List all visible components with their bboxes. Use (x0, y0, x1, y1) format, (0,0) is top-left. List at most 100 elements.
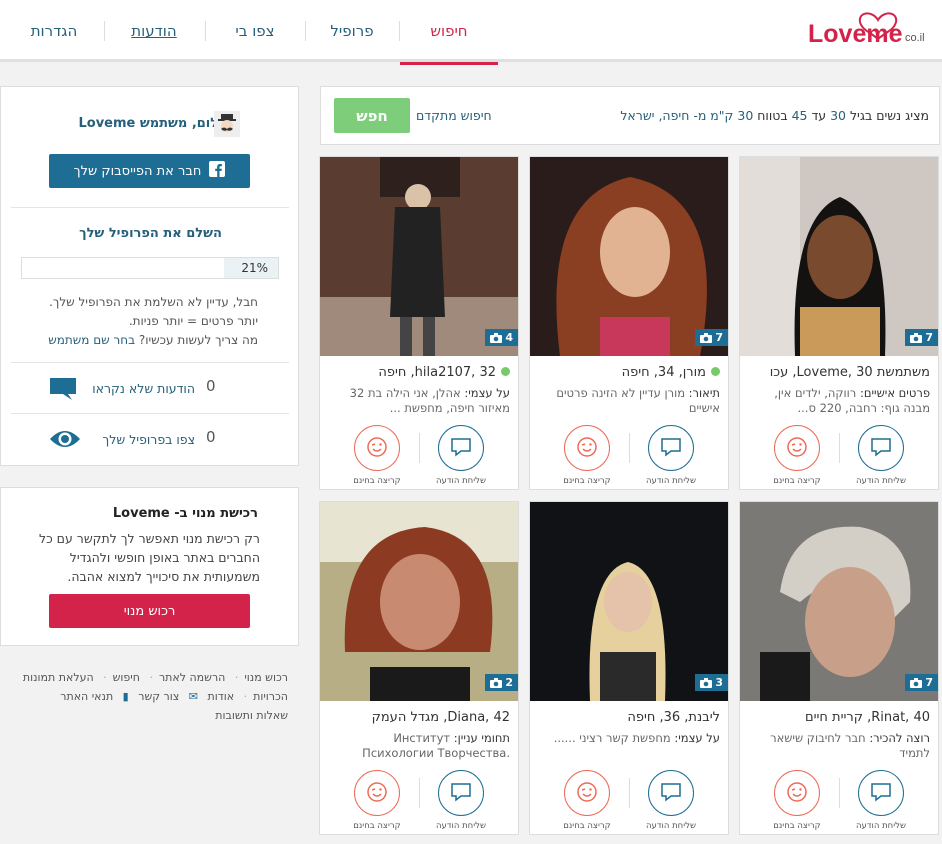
profile-name-line[interactable]: hila2107, 32, חיפה (378, 365, 510, 380)
footer-separator: · (234, 671, 239, 684)
chat-bubble-icon (660, 782, 682, 805)
wink-label: קריצה בחינם (563, 476, 611, 486)
send-message-label: שליחת הודעה (646, 821, 696, 831)
profile-card[interactable]: 7 Rinat, 40, קריית חיים רוצה להכיר: חבר לח… (739, 501, 939, 835)
footer-link[interactable]: תנאי האתר (60, 690, 113, 703)
advanced-search-link[interactable]: חיפוש מתקדם (416, 108, 492, 123)
footer-link[interactable]: שאלות ותשובות (215, 709, 288, 722)
loveme-logo[interactable]: Loveme co.il (808, 6, 940, 56)
profile-description-key: רוצה להכיר: (869, 731, 930, 745)
send-message-button[interactable] (648, 770, 694, 816)
camera-icon (910, 332, 923, 343)
location-link[interactable]: ק"מ מ- חיפה, ישראל (620, 108, 737, 123)
camera-icon (910, 677, 923, 688)
profile-name: ליבנת, 36, חיפה (627, 710, 720, 725)
profile-name: hila2107, 32, חיפה (378, 365, 496, 380)
profile-name-line[interactable]: Diana, 42, מגדל העמק (372, 710, 510, 725)
footer-link[interactable]: אודות (208, 690, 235, 703)
profile-photo[interactable]: 7 (530, 157, 728, 356)
envelope-icon: ✉ (188, 690, 198, 703)
online-indicator (501, 367, 510, 376)
footer-link[interactable]: הרשמה לאתר (159, 671, 225, 684)
user-panel: שלום, משתמש Loveme חבר את הפייסבוק שלך ה… (0, 86, 299, 466)
tab-profile[interactable]: פרופיל (305, 0, 399, 62)
facebook-icon (209, 161, 226, 181)
wink-label: קריצה בחינם (563, 821, 611, 831)
buy-subscription-button[interactable]: רכוש מנוי (49, 594, 250, 628)
footer-link[interactable]: רכוש מנוי (244, 671, 288, 684)
unread-messages-row[interactable]: הודעות שלא נקראו 0 (1, 374, 300, 404)
profile-views-row[interactable]: צפו בפרופיל שלך 0 (1, 425, 300, 455)
connect-facebook-button[interactable]: חבר את הפייסבוק שלך (49, 154, 250, 188)
footer-link[interactable]: העלאת תמונות (23, 671, 94, 684)
photo-count-badge[interactable]: 2 (485, 674, 518, 691)
send-message-button[interactable] (438, 770, 484, 816)
profile-name: Diana, 42, מגדל העמק (371, 710, 510, 725)
send-message-label: שליחת הודעה (436, 476, 486, 486)
profile-card[interactable]: 7 משתמשת Loveme, 30, עכו פרטים אישיים: רוו… (739, 156, 939, 490)
tab-settings[interactable]: הגדרות (8, 0, 100, 62)
profile-photo[interactable]: 4 (320, 157, 518, 356)
camera-icon (700, 677, 713, 688)
profile-name-line[interactable]: Rinat, 40, קריית חיים (805, 710, 930, 725)
tab-search[interactable]: חיפוש (400, 0, 498, 65)
wink-button[interactable] (354, 770, 400, 816)
tab-settings-label: הגדרות (30, 22, 78, 40)
wink-icon (786, 781, 808, 806)
send-message-button[interactable] (648, 425, 694, 471)
distance-link[interactable]: 30 (737, 108, 753, 123)
profile-hint-line: יותר פרטים = יותר פניות. (128, 314, 258, 328)
profile-name-line[interactable]: מורן, 34, חיפה (622, 365, 720, 380)
search-summary: מציג נשים בגיל 30 עד 45 בטווח 30 ק"מ מ- … (620, 108, 929, 123)
tab-viewed-me[interactable]: צפו בי (205, 0, 305, 62)
tab-viewed-me-label: צפו בי (235, 22, 275, 40)
age-from-link[interactable]: 30 (830, 108, 846, 123)
photo-count-badge[interactable]: 7 (905, 674, 938, 691)
chat-bubble-icon (450, 782, 472, 805)
avatar-icon[interactable] (213, 110, 241, 138)
profile-description-key: על עצמי: (464, 386, 510, 400)
photo-count-badge[interactable]: 7 (695, 329, 728, 346)
profile-photo[interactable]: 2 (320, 502, 518, 701)
complete-profile-title[interactable]: השלם את הפרופיל שלך (1, 226, 300, 241)
profile-description-key: על עצמי: (674, 731, 720, 745)
wink-label: קריצה בחינם (773, 821, 821, 831)
profile-description-key: תיאור: (688, 386, 720, 400)
search-button[interactable]: חפש (334, 98, 410, 133)
wink-button[interactable] (774, 770, 820, 816)
photo-count-badge[interactable]: 7 (905, 329, 938, 346)
profile-card[interactable]: 3 ליבנת, 36, חיפה על עצמי: מחפשת קשר רציני… (529, 501, 729, 835)
profile-hint-line: מה צריך לעשות עכשיו? (138, 333, 258, 347)
send-message-label: שליחת הודעה (856, 476, 906, 486)
wink-button[interactable] (354, 425, 400, 471)
profile-card[interactable]: 7 מורן, 34, חיפה תיאור: מורן עדיין לא הזינ… (529, 156, 729, 490)
send-message-button[interactable] (438, 425, 484, 471)
wink-button[interactable] (564, 770, 610, 816)
profile-photo[interactable]: 7 (740, 502, 938, 701)
wink-button[interactable] (774, 425, 820, 471)
footer-link[interactable]: חיפוש (113, 671, 140, 684)
profile-description: רוצה להכיר: חבר לחיבוק שישאר לתמיד (746, 731, 930, 762)
tab-messages[interactable]: הודעות (104, 0, 204, 62)
message-bubble-icon (49, 374, 77, 405)
profile-card[interactable]: 4 hila2107, 32, חיפה על עצמי: אהלן, אני הי… (319, 156, 519, 490)
photo-count: 2 (505, 676, 513, 689)
photo-count: 3 (715, 676, 723, 689)
send-message-button[interactable] (858, 770, 904, 816)
choose-username-link[interactable]: בחר שם משתמש (48, 333, 135, 347)
send-message-label: שליחת הודעה (856, 821, 906, 831)
profile-card[interactable]: 2 Diana, 42, מגדל העמק תחומי עניין: Инстит… (319, 501, 519, 835)
photo-count-badge[interactable]: 4 (485, 329, 518, 346)
profile-name-line[interactable]: משתמשת Loveme, 30, עכו (770, 365, 930, 380)
send-message-button[interactable] (858, 425, 904, 471)
nav-divider (104, 21, 105, 41)
wink-button[interactable] (564, 425, 610, 471)
profile-photo[interactable]: 3 (530, 502, 728, 701)
footer-link[interactable]: צור קשר (138, 690, 179, 703)
profile-photo[interactable]: 7 (740, 157, 938, 356)
photo-count-badge[interactable]: 3 (695, 674, 728, 691)
profile-name-line[interactable]: ליבנת, 36, חיפה (627, 710, 720, 725)
footer-link[interactable]: הכרויות (253, 690, 288, 703)
age-to-link[interactable]: 45 (792, 108, 808, 123)
connect-facebook-label: חבר את הפייסבוק שלך (73, 163, 202, 179)
